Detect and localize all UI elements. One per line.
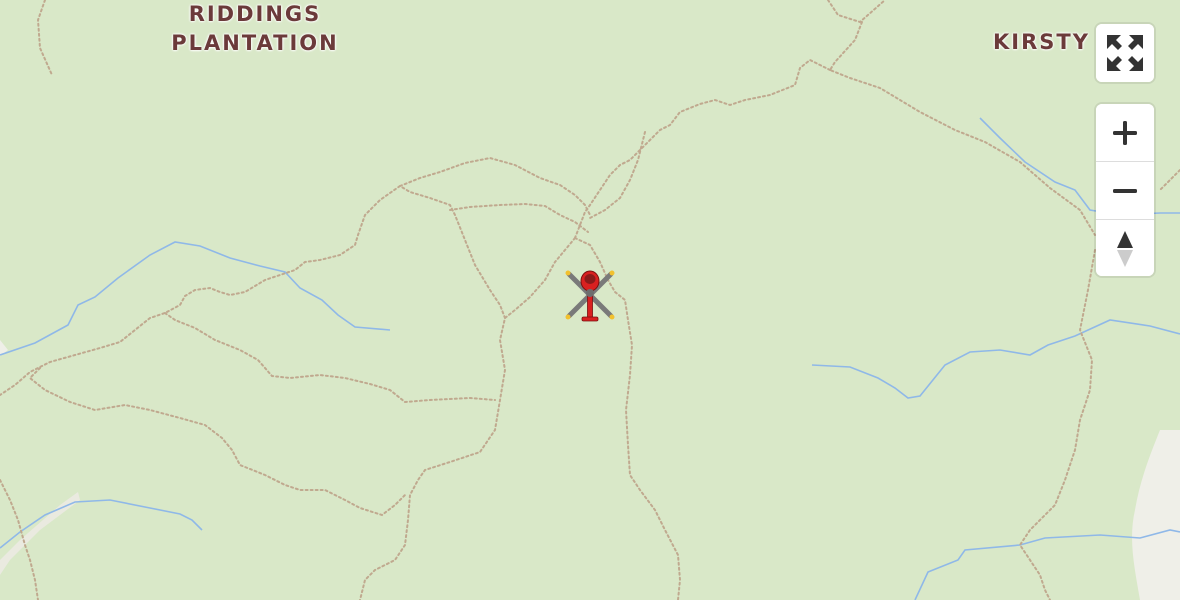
fullscreen-button[interactable] bbox=[1096, 24, 1154, 82]
compass-icon bbox=[1117, 230, 1133, 267]
track bbox=[399, 156, 591, 216]
track bbox=[1018, 249, 1096, 600]
track bbox=[0, 184, 506, 396]
streams bbox=[0, 117, 1180, 600]
track bbox=[827, 0, 886, 24]
map-canvas[interactable]: RIDDINGS PLANTATION KIRSTY W bbox=[0, 0, 1180, 600]
track bbox=[36, 0, 53, 76]
label-riddings-line1: RIDDINGS bbox=[188, 2, 322, 26]
stream bbox=[811, 319, 1180, 399]
map-layer bbox=[0, 0, 1180, 600]
stream bbox=[0, 499, 203, 549]
track bbox=[0, 479, 39, 600]
track bbox=[164, 312, 496, 404]
plus-icon bbox=[1113, 120, 1137, 145]
open-land-area bbox=[1132, 430, 1180, 600]
place-label-riddings-plantation: RIDDINGS PLANTATION bbox=[150, 0, 360, 58]
minus-icon bbox=[1113, 188, 1137, 193]
track bbox=[449, 202, 589, 233]
compass-button[interactable] bbox=[1096, 219, 1154, 276]
zoom-control bbox=[1096, 104, 1154, 276]
track bbox=[1159, 169, 1180, 191]
fullscreen-control bbox=[1096, 24, 1154, 82]
track bbox=[359, 237, 576, 600]
helicopter-icon[interactable] bbox=[565, 270, 615, 322]
zoom-in-button[interactable] bbox=[1096, 104, 1154, 161]
fullscreen-icon bbox=[1107, 35, 1143, 71]
track bbox=[28, 367, 406, 517]
label-riddings-line2: PLANTATION bbox=[171, 31, 339, 55]
stream bbox=[0, 241, 391, 356]
track bbox=[589, 131, 646, 219]
track bbox=[574, 58, 831, 239]
zoom-out-button[interactable] bbox=[1096, 161, 1154, 219]
